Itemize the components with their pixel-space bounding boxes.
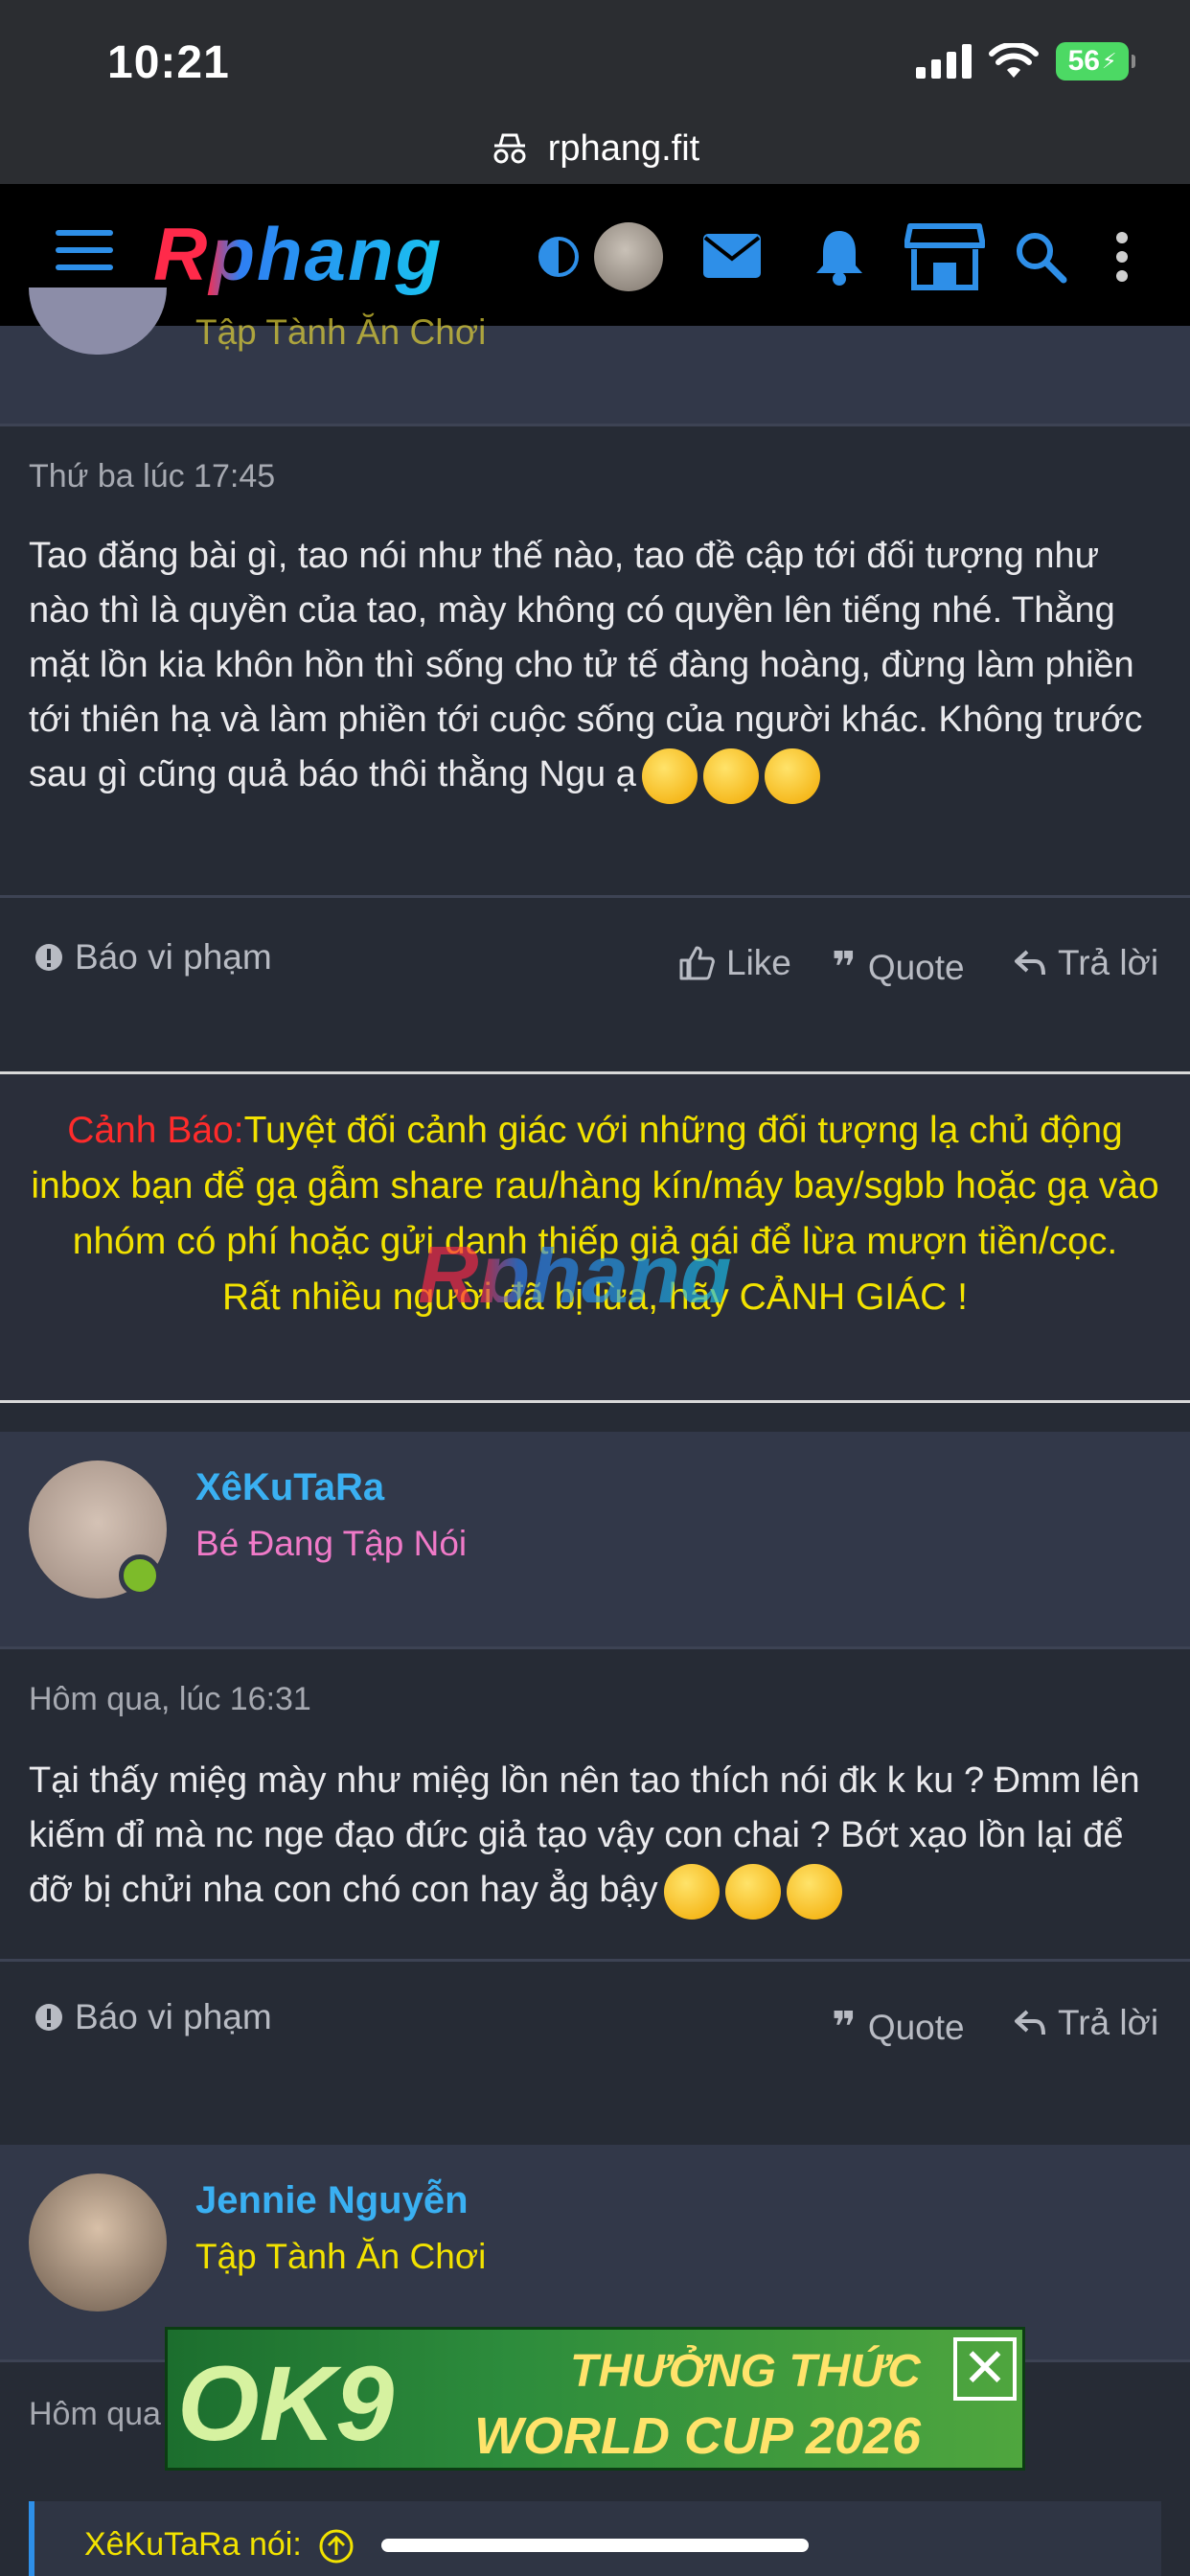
post3-avatar[interactable]: [29, 2174, 167, 2312]
battery-indicator: 56 ⚡: [1056, 42, 1135, 80]
arrow-up-circle-icon[interactable]: [318, 2528, 355, 2564]
post3-username[interactable]: Jennie Nguyễn: [195, 2179, 469, 2222]
post2-report-link[interactable]: Báo vi phạm: [34, 1997, 272, 2037]
browser-url-bar[interactable]: rphang.fit: [0, 113, 1190, 184]
ad-close-button[interactable]: ✕: [953, 2337, 1017, 2401]
more-options-icon[interactable]: [1115, 231, 1129, 283]
hamburger-menu-icon[interactable]: [56, 230, 113, 278]
thumbs-up-icon: [679, 946, 715, 980]
ad-text-line2: WORLD CUP 2026: [474, 2407, 922, 2465]
alert-icon: [35, 944, 62, 971]
post1-reply-button[interactable]: Trả lời: [1014, 943, 1158, 983]
wifi-icon: [989, 43, 1039, 78]
exploding-head-emoji-icon: [702, 748, 759, 804]
url-text[interactable]: rphang.fit: [548, 128, 699, 170]
watermark-logo: Rphang: [418, 1227, 732, 1322]
post2-user-title: Bé Đang Tập Nói: [195, 1524, 468, 1563]
bell-icon[interactable]: [812, 227, 866, 287]
post1-avatar[interactable]: [29, 288, 167, 355]
post1-body: Tao đăng bài gì, tao nói như thế nào, ta…: [29, 529, 1159, 804]
online-status-icon: [119, 1554, 161, 1597]
exploding-head-emoji-icon: [764, 748, 820, 804]
flushed-emoji-icon: [641, 748, 698, 804]
smirk-emoji-icon: [786, 1863, 842, 1920]
post2-actions: Báo vi phạm ❞ Quote Trả lời: [0, 1959, 1190, 2097]
status-time: 10:21: [107, 37, 230, 88]
warning-banner: Cảnh Báo:Tuyệt đối cảnh giác với những đ…: [0, 1071, 1190, 1403]
incognito-icon: [493, 133, 526, 164]
warning-label: Cảnh Báo:: [67, 1110, 244, 1151]
ad-logo: OK9: [177, 2345, 395, 2463]
quote-icon: ❞: [832, 2004, 857, 2051]
post1-user-block: Tập Tành Ăn Chơi: [0, 288, 1190, 424]
quote-author-name[interactable]: XêKuTaRa nói:: [84, 2526, 302, 2563]
cellular-signal-icon: [916, 44, 972, 79]
post1-report-link[interactable]: Báo vi phạm: [34, 937, 272, 978]
user-avatar[interactable]: [594, 222, 663, 291]
post2-username[interactable]: XêKuTaRa: [195, 1466, 384, 1509]
post1-quote-button[interactable]: ❞ Quote: [832, 943, 965, 992]
reply-icon: [1015, 950, 1045, 976]
post2-user-block: XêKuTaRa Bé Đang Tập Nói: [0, 1432, 1190, 1646]
post1-actions: Báo vi phạm Like ❞ Quote Trả lời: [0, 899, 1190, 1037]
post1-timestamp[interactable]: Thứ ba lúc 17:45: [29, 458, 275, 495]
site-logo[interactable]: Rphang: [153, 211, 443, 298]
smirk-emoji-icon: [663, 1863, 720, 1920]
ad-banner[interactable]: OK9 THƯỞNG THỨC WORLD CUP 2026 ✕: [165, 2327, 1025, 2471]
post1-user-title: Tập Tành Ăn Chơi: [195, 312, 487, 352]
store-icon[interactable]: [904, 222, 985, 291]
smirk-emoji-icon: [724, 1863, 781, 1920]
reply-icon: [1015, 2010, 1045, 2036]
ad-text-line1: THƯỞNG THỨC: [570, 2346, 921, 2397]
site-header: Rphang: [0, 184, 1190, 326]
quote-icon: ❞: [832, 944, 857, 991]
post1-like-button[interactable]: Like: [678, 943, 791, 983]
search-icon[interactable]: [1014, 230, 1067, 284]
post2-body: Tại thấy miệg mày như miệg lồn nên tao t…: [29, 1754, 1159, 1920]
home-indicator[interactable]: [381, 2539, 809, 2552]
mail-icon[interactable]: [701, 232, 763, 282]
theme-toggle-icon[interactable]: [537, 235, 581, 279]
post3-timestamp[interactable]: Hôm qua: [29, 2396, 161, 2433]
alert-icon: [35, 2004, 62, 2031]
post2-timestamp[interactable]: Hôm qua, lúc 16:31: [29, 1681, 311, 1718]
post3-user-title: Tập Tành Ăn Chơi: [195, 2237, 487, 2276]
post2-reply-button[interactable]: Trả lời: [1014, 2003, 1158, 2043]
post2-quote-button[interactable]: ❞ Quote: [832, 2003, 965, 2052]
